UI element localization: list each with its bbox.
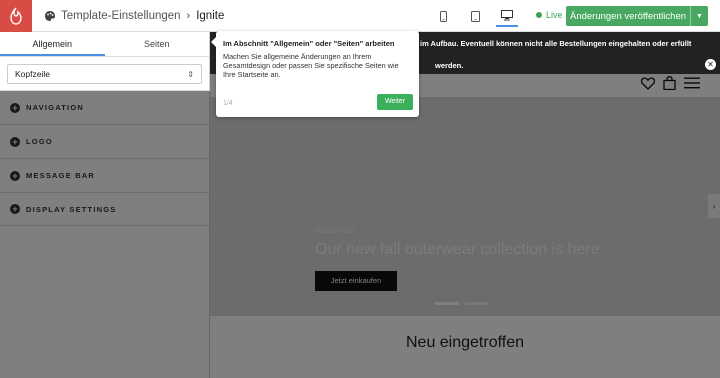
- tablet-view-button[interactable]: [464, 5, 486, 27]
- chevron-right-icon: ›: [186, 10, 191, 22]
- breadcrumb-parent[interactable]: Template-Einstellungen: [61, 10, 181, 22]
- palette-icon: [45, 11, 55, 21]
- publish-label: Änderungen veröffentlichen: [569, 10, 687, 22]
- message-bar-text: im Aufbau. Eventuell können nicht alle B…: [420, 39, 692, 48]
- sidebar-tabs: Allgemein Seiten: [0, 32, 209, 57]
- publish-button[interactable]: Änderungen veröffentlichen ▼: [566, 6, 708, 26]
- desktop-view-button[interactable]: [496, 5, 518, 27]
- onboarding-tooltip: Im Abschnitt "Allgemein" oder "Seiten" a…: [211, 31, 419, 117]
- live-label: Live: [546, 10, 563, 20]
- preview-overlay: [210, 74, 720, 378]
- sidebar-overlay: [0, 91, 210, 378]
- chevron-down-icon[interactable]: ▼: [690, 6, 708, 26]
- top-bar: Template-Einstellungen › Ignite Live Änd…: [0, 0, 720, 32]
- sidebar: Allgemein Seiten Kopfzeile ⇕ + NAVIGATIO…: [0, 32, 210, 378]
- live-status: Live: [536, 10, 563, 20]
- desktop-icon: [501, 9, 513, 20]
- app-logo[interactable]: [0, 0, 32, 32]
- tab-allgemein[interactable]: Allgemein: [0, 32, 105, 56]
- tooltip-body: Machen Sie allgemeine Änderungen an Ihre…: [223, 52, 399, 79]
- logo-icon: [10, 7, 22, 25]
- tooltip-pointer: [211, 37, 216, 47]
- breadcrumb: Template-Einstellungen › Ignite: [44, 0, 224, 32]
- tablet-icon: [470, 10, 480, 22]
- mobile-icon: [439, 10, 447, 22]
- tooltip-step-counter: 1/4: [223, 100, 233, 107]
- breadcrumb-current: Ignite: [196, 10, 225, 22]
- message-bar-text-continued: werden.: [435, 61, 464, 70]
- tab-seiten[interactable]: Seiten: [105, 32, 210, 56]
- mobile-view-button[interactable]: [432, 5, 454, 27]
- section-select-value: Kopfzeile: [15, 69, 50, 79]
- chevron-updown-icon: ⇕: [187, 69, 194, 79]
- section-select[interactable]: Kopfzeile ⇕: [7, 64, 202, 84]
- next-button[interactable]: Weiter: [377, 94, 413, 110]
- close-icon[interactable]: ✕: [705, 59, 716, 70]
- device-switcher: [432, 0, 518, 32]
- live-dot-icon: [536, 12, 542, 18]
- tooltip-title: Im Abschnitt "Allgemein" oder "Seiten" a…: [223, 39, 395, 48]
